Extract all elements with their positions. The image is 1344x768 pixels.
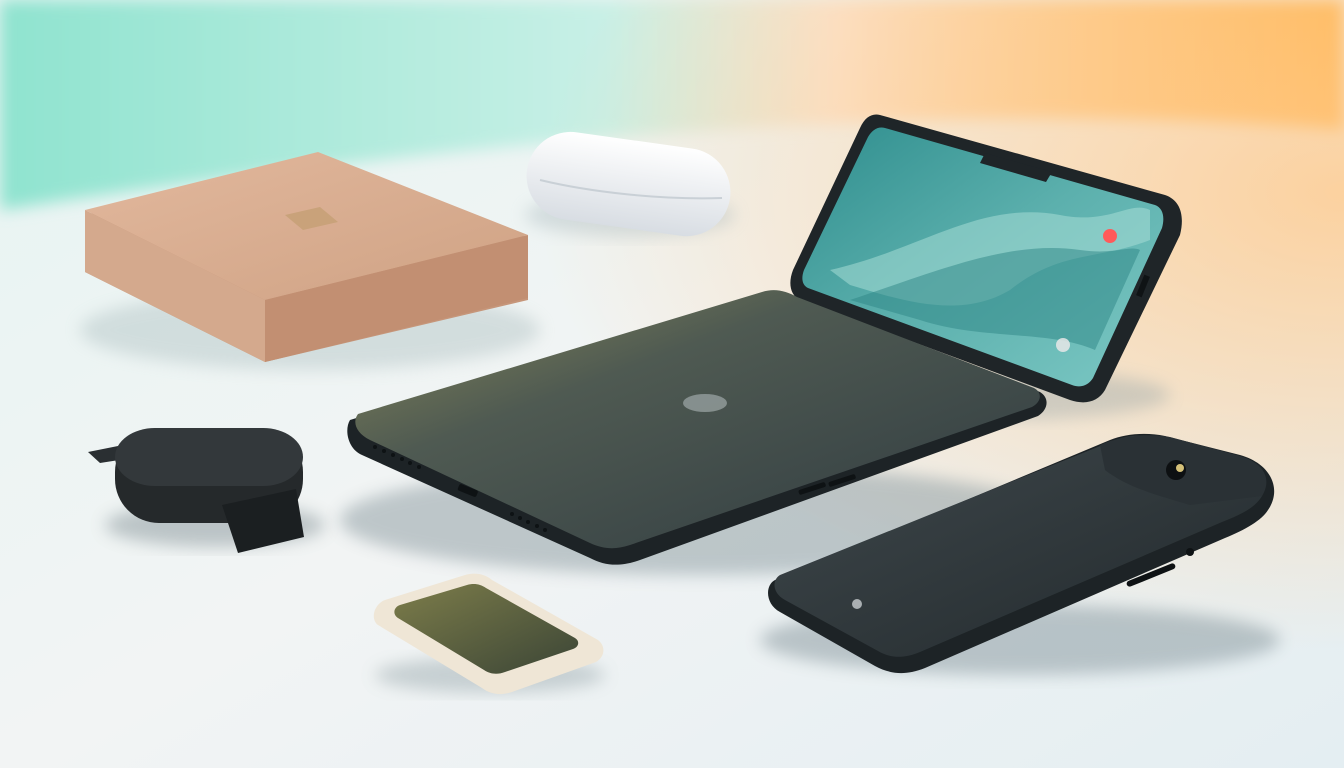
- product-photo-scene: [0, 0, 1344, 768]
- apple-logo-icon: [683, 394, 727, 412]
- camera-flash-icon: [1176, 464, 1184, 472]
- record-indicator-icon: [1103, 229, 1117, 243]
- sensor-dot-icon: [852, 599, 862, 609]
- home-dot-icon: [1056, 338, 1070, 352]
- photo-canvas: [0, 0, 1344, 768]
- headphone-jack-icon: [1186, 548, 1194, 556]
- black-earbuds-case: [88, 428, 325, 553]
